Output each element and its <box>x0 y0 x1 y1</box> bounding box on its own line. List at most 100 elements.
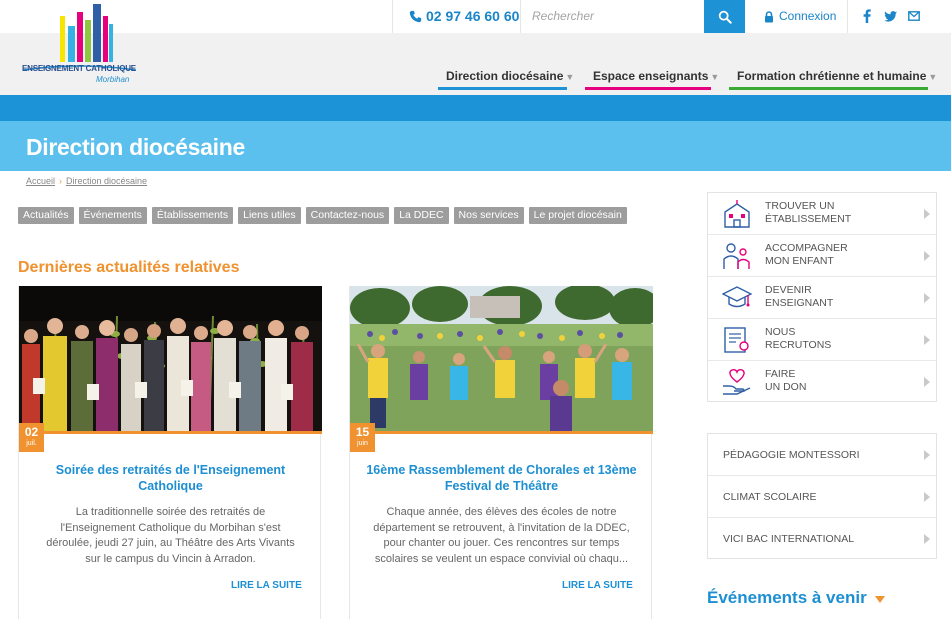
news-section-title: Dernières actualités relatives <box>18 259 240 276</box>
news-title[interactable]: 16ème Rassemblement de Chorales et 13ème… <box>360 462 643 494</box>
tag-evenements[interactable]: Événements <box>78 207 147 224</box>
nav-formation-chretienne[interactable]: Formation chrétienne et humaine ▼ <box>737 69 937 89</box>
school-icon <box>724 200 750 228</box>
chevron-right-icon <box>924 293 930 303</box>
facebook-link[interactable] <box>859 8 875 24</box>
login-label: Connexion <box>779 9 837 23</box>
quick-link-line2: ÉTABLISSEMENT <box>765 213 852 225</box>
logo-subtitle: Morbihan <box>96 75 130 84</box>
theme-label: CLIMAT SCOLAIRE <box>723 491 817 503</box>
chevron-down-icon: ▼ <box>710 72 720 82</box>
nav-label: Direction diocésaine <box>446 69 564 83</box>
tag-projet-diocesain[interactable]: Le projet diocésain <box>528 207 627 224</box>
breadcrumb: Accueil › Direction diocésaine <box>26 176 147 186</box>
nav-underline <box>438 87 567 90</box>
chevron-right-icon <box>924 534 930 544</box>
logo-graphic <box>22 4 137 71</box>
theme-link-climat-scolaire[interactable]: CLIMAT SCOLAIRE <box>708 476 936 518</box>
tag-etablissements[interactable]: Établissements <box>151 207 234 224</box>
nav-label: Espace enseignants <box>593 69 709 83</box>
divider <box>847 0 848 33</box>
read-more-link[interactable]: LIRE LA SUITE <box>562 580 633 591</box>
divider <box>520 0 521 33</box>
chevron-right-icon: › <box>59 176 63 186</box>
phone-number: 02 97 46 60 60 <box>426 8 520 24</box>
date-day: 15 <box>355 425 370 439</box>
quick-link-line1: FAIRE <box>765 368 796 380</box>
nav-direction-diocesaine[interactable]: Direction diocésaine ▼ <box>446 69 574 89</box>
email-link[interactable] <box>906 8 922 24</box>
chevron-right-icon <box>924 450 930 460</box>
certificate-icon <box>724 327 749 353</box>
chevron-right-icon <box>924 209 930 219</box>
events-title-text: Événements à venir <box>707 588 867 607</box>
quick-link-line1: NOUS <box>765 326 796 338</box>
chevron-right-icon <box>924 251 930 261</box>
quick-link-line2: ENSEIGNANT <box>765 297 834 309</box>
chevron-down-icon: ▼ <box>928 72 938 82</box>
breadcrumb-home[interactable]: Accueil <box>26 176 55 186</box>
events-section-title[interactable]: Événements à venir <box>707 588 885 608</box>
theme-link-vici-bac[interactable]: VICI BAC INTERNATIONAL <box>708 518 936 560</box>
tag-nos-services[interactable]: Nos services <box>453 207 524 224</box>
nav-label: Formation chrétienne et humaine <box>737 69 927 83</box>
quick-link-recrutons[interactable]: NOUS RECRUTONS <box>708 319 936 361</box>
graduation-cap-icon <box>722 286 752 308</box>
quick-link-line2: MON ENFANT <box>765 255 834 267</box>
family-icon <box>723 243 750 269</box>
search-icon <box>718 10 732 24</box>
nav-underline <box>729 87 928 90</box>
chevron-right-icon <box>924 492 930 502</box>
quick-link-label: ACCOMPAGNER MON ENFANT <box>765 242 905 268</box>
quick-link-line1: DEVENIR <box>765 284 812 296</box>
nav-espace-enseignants[interactable]: Espace enseignants ▼ <box>593 69 719 89</box>
quick-link-label: DEVENIR ENSEIGNANT <box>765 284 905 310</box>
news-card[interactable]: 02 juil. Soirée des retraités de l'Ensei… <box>18 286 322 619</box>
email-icon <box>908 11 920 21</box>
theme-link-montessori[interactable]: PÉDAGOGIE MONTESSORI <box>708 434 936 476</box>
news-excerpt: La traditionnelle soirée des retraités d… <box>46 506 295 565</box>
chevron-down-icon <box>874 596 885 603</box>
date-badge: 02 juil. <box>19 423 44 452</box>
tag-liens-utiles[interactable]: Liens utiles <box>238 207 301 224</box>
phone-icon <box>409 10 422 23</box>
tag-list: Actualités Événements Établissements Lie… <box>18 207 627 224</box>
tag-la-ddec[interactable]: La DDEC <box>394 207 449 224</box>
news-image-chorales[interactable] <box>350 286 653 434</box>
search-button[interactable] <box>704 0 745 33</box>
search-input[interactable] <box>524 2 700 30</box>
date-day: 02 <box>24 425 39 439</box>
quick-link-enseignant[interactable]: DEVENIR ENSEIGNANT <box>708 277 936 319</box>
date-badge: 15 juin <box>350 423 375 452</box>
read-more-link[interactable]: LIRE LA SUITE <box>231 580 302 591</box>
login-link[interactable]: Connexion <box>764 0 836 33</box>
breadcrumb-current[interactable]: Direction diocésaine <box>66 176 147 186</box>
facebook-icon <box>863 9 871 23</box>
quick-links: TROUVER UN ÉTABLISSEMENT ACCOMPAGNER MON E… <box>707 192 937 402</box>
date-month: juil. <box>26 440 37 447</box>
news-image-retirees[interactable] <box>19 286 322 434</box>
chorales-photo <box>350 286 653 434</box>
twitter-icon <box>883 10 897 22</box>
quick-link-accompagner[interactable]: ACCOMPAGNER MON ENFANT <box>708 235 936 277</box>
tag-contactez-nous[interactable]: Contactez-nous <box>305 207 390 224</box>
chevron-right-icon <box>924 335 930 345</box>
quick-link-line2: RECRUTONS <box>765 339 832 351</box>
phone-link[interactable]: 02 97 46 60 60 <box>409 0 519 33</box>
quick-link-etablissement[interactable]: TROUVER UN ÉTABLISSEMENT <box>708 193 936 235</box>
quick-link-line2: UN DON <box>765 381 807 393</box>
chevron-right-icon <box>924 377 930 387</box>
quick-link-line1: ACCOMPAGNER <box>765 242 848 254</box>
news-card[interactable]: 15 juin 16ème Rassemblement de Chorales … <box>349 286 653 619</box>
news-title[interactable]: Soirée des retraités de l'Enseignement C… <box>29 462 312 494</box>
page-title: Direction diocésaine <box>26 134 245 160</box>
theme-label: VICI BAC INTERNATIONAL <box>723 533 855 545</box>
tag-actualites[interactable]: Actualités <box>18 207 74 224</box>
lock-icon <box>765 10 773 22</box>
quick-link-label: TROUVER UN ÉTABLISSEMENT <box>765 200 905 226</box>
site-logo-overlay[interactable] <box>18 2 143 86</box>
divider <box>392 0 393 33</box>
quick-link-don[interactable]: FAIRE UN DON <box>708 361 936 403</box>
twitter-link[interactable] <box>882 8 898 24</box>
logo-text: ENSEIGNEMENT CATHOLIQUE <box>22 64 136 73</box>
